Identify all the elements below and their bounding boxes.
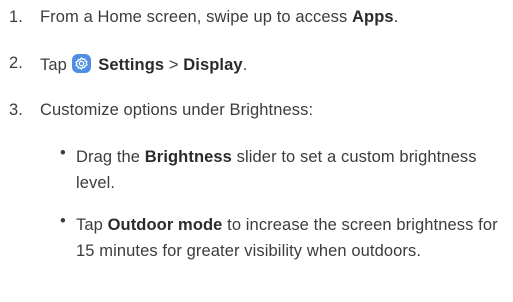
- display-label: Display: [183, 56, 243, 74]
- brightness-label: Brightness: [144, 148, 232, 166]
- step-text: Customize options under Brightness:: [40, 101, 314, 119]
- step-text-pre: Tap: [40, 56, 72, 74]
- step-text: From a Home screen, swipe up to access A…: [40, 8, 398, 27]
- step-text-post: .: [393, 8, 399, 26]
- step-text-pre: From a Home screen, swipe up to access: [40, 8, 353, 26]
- settings-label: Settings: [98, 56, 165, 74]
- step-number: 2.: [9, 54, 23, 72]
- step-text: Tap Settings > Display.: [40, 54, 247, 75]
- outdoor-mode-label: Outdoor mode: [107, 216, 223, 234]
- instructions-page: { "steps": [ {"number": "1.", "pre": "Fr…: [0, 0, 513, 302]
- bullet-symbol: •: [60, 212, 66, 230]
- bullet-text: Tap Outdoor mode to increase the screen …: [76, 212, 506, 264]
- settings-icon: [71, 54, 91, 73]
- bullet-symbol: •: [60, 144, 66, 162]
- bullet-text: Drag the Brightness slider to set a cust…: [76, 144, 506, 196]
- apps-label: Apps: [352, 8, 394, 26]
- separator: >: [164, 56, 184, 74]
- bullet-text-pre: Tap: [76, 216, 108, 234]
- step-text-post: .: [242, 56, 248, 74]
- bullet-text-pre: Drag the: [76, 148, 145, 166]
- step-number: 1.: [9, 8, 23, 26]
- step-number: 3.: [9, 101, 23, 119]
